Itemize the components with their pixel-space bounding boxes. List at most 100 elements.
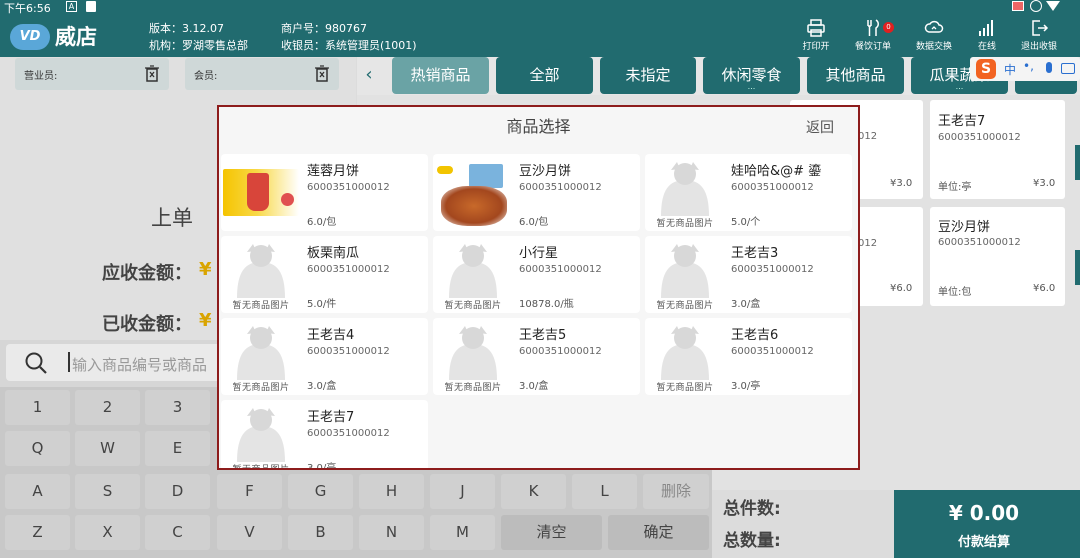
- product-price-unit: 6.0/包: [307, 217, 337, 228]
- tab-snacks[interactable]: 休闲零食...: [703, 57, 800, 94]
- key-h[interactable]: H: [359, 474, 424, 509]
- dialog-product-card[interactable]: 暂无商品图片 小行星 6000351000012 10878.0/瓶: [433, 236, 640, 313]
- product-name: 王老吉5: [519, 328, 567, 343]
- key-2[interactable]: 2: [75, 390, 140, 425]
- product-name: 王老吉4: [307, 328, 355, 343]
- dialog-product-card[interactable]: 暂无商品图片 王老吉7 6000351000012 3.0/亭: [221, 400, 428, 468]
- clear-key[interactable]: 清空: [501, 515, 602, 550]
- member-field[interactable]: 会员:: [185, 58, 339, 90]
- product-card[interactable]: 王老吉7 6000351000012 单位:亭 ¥3.0: [930, 100, 1065, 199]
- total-quantity-label: 总数量:: [723, 531, 781, 551]
- microphone-icon[interactable]: [1046, 62, 1052, 73]
- product-placeholder-image: 暂无商品图片: [223, 324, 299, 394]
- image-placeholder-icon: [237, 408, 285, 462]
- key-l[interactable]: L: [572, 474, 637, 509]
- salesperson-label: 营业员:: [24, 71, 58, 82]
- product-code: 6000351000012: [519, 182, 602, 193]
- product-code: 6000351000012: [731, 182, 814, 193]
- product-code: 6000351000012: [519, 346, 602, 357]
- no-image-label: 暂无商品图片: [444, 301, 502, 311]
- orders-badge: 0: [883, 22, 894, 33]
- key-1[interactable]: 1: [5, 390, 70, 425]
- print-toggle-button[interactable]: 打印开: [789, 16, 843, 56]
- printer-icon: [807, 19, 825, 37]
- tab-all[interactable]: 全部: [496, 57, 593, 94]
- product-code: 6000351000012: [307, 346, 390, 357]
- product-card[interactable]: 豆沙月饼 6000351000012 单位:包 ¥6.0: [930, 207, 1065, 306]
- dialog-product-card[interactable]: 暂无商品图片 板栗南瓜 6000351000012 5.0/件: [221, 236, 428, 313]
- key-v[interactable]: V: [217, 515, 282, 550]
- dnd-icon: [1030, 0, 1042, 12]
- dialog-back-button[interactable]: 返回: [806, 117, 834, 137]
- product-name: 王老吉3: [731, 246, 779, 261]
- key-s[interactable]: S: [75, 474, 140, 509]
- product-name: 王老吉7: [307, 410, 355, 425]
- product-placeholder-image: 暂无商品图片: [647, 242, 723, 312]
- key-f[interactable]: F: [217, 474, 282, 509]
- pay-button[interactable]: ¥ 0.00 付款结算: [894, 490, 1074, 558]
- image-placeholder-icon: [661, 244, 709, 298]
- text-cursor: [68, 352, 70, 372]
- ime-lang-toggle[interactable]: 中: [1004, 61, 1016, 78]
- notification-square-icon: [86, 1, 96, 12]
- product-placeholder-image: 暂无商品图片: [435, 324, 511, 394]
- version-label: 版本：3.12.07: [149, 22, 224, 35]
- org-label: 机构：罗湖零售总部: [149, 39, 248, 52]
- dialog-product-card[interactable]: 豆沙月饼 6000351000012 6.0/包: [433, 154, 640, 231]
- key-k[interactable]: K: [501, 474, 566, 509]
- key-b[interactable]: B: [288, 515, 353, 550]
- trash-icon[interactable]: [145, 65, 159, 82]
- system-status-bar: 下午6:56 A: [0, 0, 1080, 15]
- dialog-product-card[interactable]: 暂无商品图片 王老吉5 6000351000012 3.0/盒: [433, 318, 640, 395]
- confirm-key[interactable]: 确定: [608, 515, 709, 550]
- product-placeholder-image: 暂无商品图片: [223, 406, 299, 468]
- key-x[interactable]: X: [75, 515, 140, 550]
- search-placeholder: 输入商品编号或商品: [72, 356, 208, 374]
- receivable-currency: ¥: [199, 259, 212, 280]
- image-placeholder-icon: [237, 244, 285, 298]
- dialog-product-card[interactable]: 暂无商品图片 王老吉6 6000351000012 3.0/亭: [645, 318, 852, 395]
- product-code: 6000351000012: [731, 346, 814, 357]
- dialog-product-card[interactable]: 暂无商品图片 娃哈哈&@# 鎏 6000351000012 5.0/个: [645, 154, 852, 231]
- side-edge: [1074, 490, 1080, 558]
- delete-key[interactable]: 删除: [643, 474, 709, 509]
- tab-other-products[interactable]: 其他商品: [807, 57, 904, 94]
- search-box[interactable]: 输入商品编号或商品: [6, 344, 222, 381]
- data-exchange-button[interactable]: 数据交换: [907, 16, 961, 56]
- ime-punct-toggle[interactable]: •,: [1023, 59, 1034, 73]
- dialog-product-card[interactable]: 暂无商品图片 王老吉3 6000351000012 3.0/盒: [645, 236, 852, 313]
- key-e[interactable]: E: [145, 431, 210, 466]
- salesperson-field[interactable]: 营业员:: [15, 58, 169, 90]
- key-n[interactable]: N: [359, 515, 424, 550]
- chevron-left-icon[interactable]: ‹: [360, 64, 378, 86]
- order-title: 上单: [151, 206, 193, 230]
- key-w[interactable]: W: [75, 431, 140, 466]
- tab-hot-products[interactable]: 热销商品: [392, 57, 489, 94]
- key-d[interactable]: D: [145, 474, 210, 509]
- tab-unassigned[interactable]: 未指定: [600, 57, 696, 94]
- dialog-product-card[interactable]: 莲蓉月饼 6000351000012 6.0/包: [221, 154, 428, 231]
- product-price-unit: 10878.0/瓶: [519, 299, 574, 310]
- product-name: 莲蓉月饼: [307, 164, 360, 179]
- key-m[interactable]: M: [430, 515, 495, 550]
- key-3[interactable]: 3: [145, 390, 210, 425]
- ime-toolbar[interactable]: S 中 •,: [970, 57, 1080, 81]
- keyboard-icon[interactable]: [1061, 63, 1075, 74]
- product-code: 6000351000012: [307, 428, 390, 439]
- exit-cashier-button[interactable]: 退出收银: [1012, 16, 1066, 56]
- trash-icon[interactable]: [315, 65, 329, 82]
- key-j[interactable]: J: [430, 474, 495, 509]
- print-toggle-label: 打印开: [802, 42, 830, 52]
- key-z[interactable]: Z: [5, 515, 70, 550]
- notification-a-icon: A: [66, 1, 77, 12]
- exit-cashier-label: 退出收银: [1020, 42, 1057, 52]
- key-a[interactable]: A: [5, 474, 70, 509]
- key-g[interactable]: G: [288, 474, 353, 509]
- key-q[interactable]: Q: [5, 431, 70, 466]
- product-placeholder-image: 暂无商品图片: [223, 242, 299, 312]
- online-status-button[interactable]: 在线: [960, 16, 1014, 56]
- dialog-product-card[interactable]: 暂无商品图片 王老吉4 6000351000012 3.0/盒: [221, 318, 428, 395]
- restaurant-orders-button[interactable]: 0 餐饮订单: [846, 16, 900, 56]
- total-amount: ¥ 0.00: [948, 501, 1020, 525]
- key-c[interactable]: C: [145, 515, 210, 550]
